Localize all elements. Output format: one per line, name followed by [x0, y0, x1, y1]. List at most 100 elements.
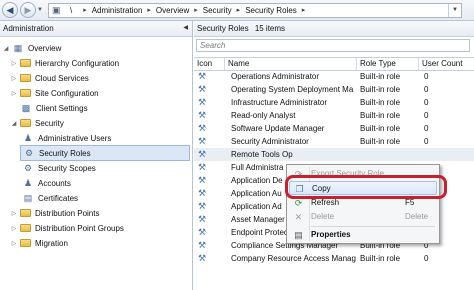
item-count: 15 items: [254, 24, 286, 33]
breadcrumb[interactable]: ▣ \ ▸ Administration ▸ Overview ▸ Securi…: [47, 2, 462, 18]
users-icon: ♟: [23, 133, 33, 143]
tree-item-distribution-points[interactable]: ▷ Distribution Points: [10, 206, 100, 220]
chevron-right-icon: ▸: [194, 7, 198, 14]
breadcrumb-security[interactable]: Security: [203, 6, 232, 15]
folder-icon: [20, 239, 31, 247]
security-roles-icon: ⚙: [24, 148, 34, 158]
breadcrumb-administration[interactable]: Administration: [92, 6, 143, 15]
collapsed-arrow-icon[interactable]: ▷: [10, 60, 18, 67]
role-name: Security Administrator: [231, 137, 309, 146]
expand-icon[interactable]: ◢: [2, 45, 10, 52]
tree-item-client-settings[interactable]: ▩ Client Settings: [10, 101, 88, 115]
tree-item-label: Site Configuration: [35, 88, 99, 98]
role-name: Read-only Analyst: [231, 111, 296, 120]
tree-item-certificates[interactable]: ▤ Certificates: [20, 191, 78, 205]
collapse-icon[interactable]: ◀: [183, 21, 188, 36]
security-role-icon: ⚒: [198, 227, 207, 237]
breadcrumb-overview[interactable]: Overview: [156, 6, 189, 15]
column-header-role-type[interactable]: Role Type: [357, 58, 419, 70]
tree-item-label: Migration: [35, 238, 68, 248]
expand-icon[interactable]: ◢: [10, 120, 18, 127]
client-settings-icon: ▩: [21, 103, 31, 113]
role-type: Built-in role: [360, 124, 401, 133]
tree-item-label: Security: [35, 118, 64, 128]
tree-item-accounts[interactable]: ♟ Accounts: [20, 176, 71, 190]
menu-item-label: Properties: [311, 230, 351, 239]
tree-item-label: Hierarchy Configuration: [35, 58, 120, 68]
tree-item-label: Security Roles: [39, 148, 91, 158]
tree-item-label: Administrative Users: [38, 133, 112, 143]
table-row[interactable]: ⚒ Company Resource Access Manag Built-in r…: [194, 252, 474, 265]
results-pane: Security Roles 15 items Icon Name Role T…: [194, 21, 474, 290]
forward-arrow-icon[interactable]: ▶: [20, 2, 36, 18]
security-role-icon: ⚒: [198, 97, 207, 107]
folder-icon: [20, 224, 31, 232]
menu-item-label: Delete: [311, 212, 335, 221]
folder-icon: [20, 209, 31, 217]
table-row[interactable]: ⚒ Operating System Deployment Ma Built-in …: [194, 83, 474, 96]
user-count: 0: [424, 254, 429, 263]
search-input[interactable]: [196, 39, 470, 52]
navigation-pane-header: Administration ◀: [0, 21, 192, 37]
tree-item-security-scopes[interactable]: ⚙ Security Scopes: [20, 161, 96, 175]
tree-item-label: Cloud Services: [35, 73, 89, 83]
security-role-icon: ⚒: [198, 84, 207, 94]
tree-item-administrative-users[interactable]: ♟ Administrative Users: [20, 131, 111, 145]
role-name: Operating System Deployment Ma: [231, 85, 354, 94]
menu-separator: [311, 226, 435, 227]
table-row[interactable]: ⚒ Remote Tools Op: [194, 148, 474, 161]
column-header-user-count[interactable]: User Count: [419, 58, 474, 70]
tree-item-security[interactable]: ◢ Security: [10, 116, 64, 130]
back-arrow-icon[interactable]: ◀: [2, 2, 18, 18]
menu-item-delete[interactable]: ✕ Delete Delete: [289, 210, 437, 224]
role-name: Remote Tools Op: [231, 150, 293, 159]
tree-item-migration[interactable]: ▷ Migration: [10, 236, 68, 250]
column-header-icon[interactable]: Icon: [194, 58, 225, 70]
collapsed-arrow-icon[interactable]: ▷: [10, 90, 18, 97]
table-row[interactable]: ⚒ Security Administrator Built-in role 0: [194, 135, 474, 148]
role-name: Company Resource Access Manag: [231, 254, 356, 263]
results-header: Security Roles 15 items: [194, 21, 474, 37]
collapsed-arrow-icon[interactable]: ▷: [10, 75, 18, 82]
collapsed-arrow-icon[interactable]: ▷: [10, 240, 18, 247]
page-title: Security Roles: [197, 24, 249, 33]
tree-item-hierarchy-configuration[interactable]: ▷ Hierarchy Configuration: [10, 56, 119, 70]
column-header-name[interactable]: Name: [225, 58, 357, 70]
console-icon: ▣: [51, 5, 61, 15]
security-role-icon: ⚒: [198, 201, 207, 211]
security-role-icon: ⚒: [198, 253, 207, 263]
role-type: Built-in role: [360, 72, 401, 81]
address-dropdown-icon[interactable]: ▼: [447, 3, 461, 17]
breadcrumb-security-roles[interactable]: Security Roles: [245, 6, 297, 15]
history-dropdown-icon[interactable]: ▼: [37, 7, 43, 13]
user-count: 0: [424, 124, 429, 133]
user-count: 0: [424, 72, 429, 81]
highlight-annotation: [285, 175, 447, 199]
table-row[interactable]: ⚒ Software Update Manager Built-in role 0: [194, 122, 474, 135]
collapsed-arrow-icon[interactable]: ▷: [10, 210, 18, 217]
security-role-icon: ⚒: [198, 162, 207, 172]
chevron-right-icon: ▸: [83, 7, 87, 14]
navigation-pane: Administration ◀ ◢ ▦ Overview ▷ Hierarch…: [0, 21, 193, 290]
table-row[interactable]: ⚒ Operations Administrator Built-in role 0: [194, 70, 474, 83]
certificates-icon: ▤: [23, 193, 33, 203]
folder-icon: [20, 74, 31, 82]
column-headers: Icon Name Role Type User Count: [194, 57, 474, 71]
security-role-icon: ⚒: [198, 123, 207, 133]
tree-item-cloud-services[interactable]: ▷ Cloud Services: [10, 71, 89, 85]
breadcrumb-root[interactable]: \: [70, 6, 72, 15]
tree-item-site-configuration[interactable]: ▷ Site Configuration: [10, 86, 99, 100]
role-name: Software Update Manager: [231, 124, 325, 133]
tree-item-overview[interactable]: ◢ ▦ Overview: [2, 41, 62, 55]
tree-item-label: Distribution Points: [35, 208, 100, 218]
tree-item-distribution-point-groups[interactable]: ▷ Distribution Point Groups: [10, 221, 124, 235]
table-row[interactable]: ⚒ Infrastructure Administrator Built-in ro…: [194, 96, 474, 109]
tree-item-security-roles[interactable]: ⚙ Security Roles: [20, 145, 190, 161]
chevron-right-icon: ▸: [301, 7, 306, 14]
tree-item-label: Certificates: [38, 193, 79, 203]
role-type: Built-in role: [360, 137, 401, 146]
properties-icon: ▤: [294, 230, 303, 240]
table-row[interactable]: ⚒ Read-only Analyst Built-in role 0: [194, 109, 474, 122]
menu-item-properties[interactable]: ▤ Properties: [289, 228, 437, 242]
collapsed-arrow-icon[interactable]: ▷: [10, 225, 18, 232]
